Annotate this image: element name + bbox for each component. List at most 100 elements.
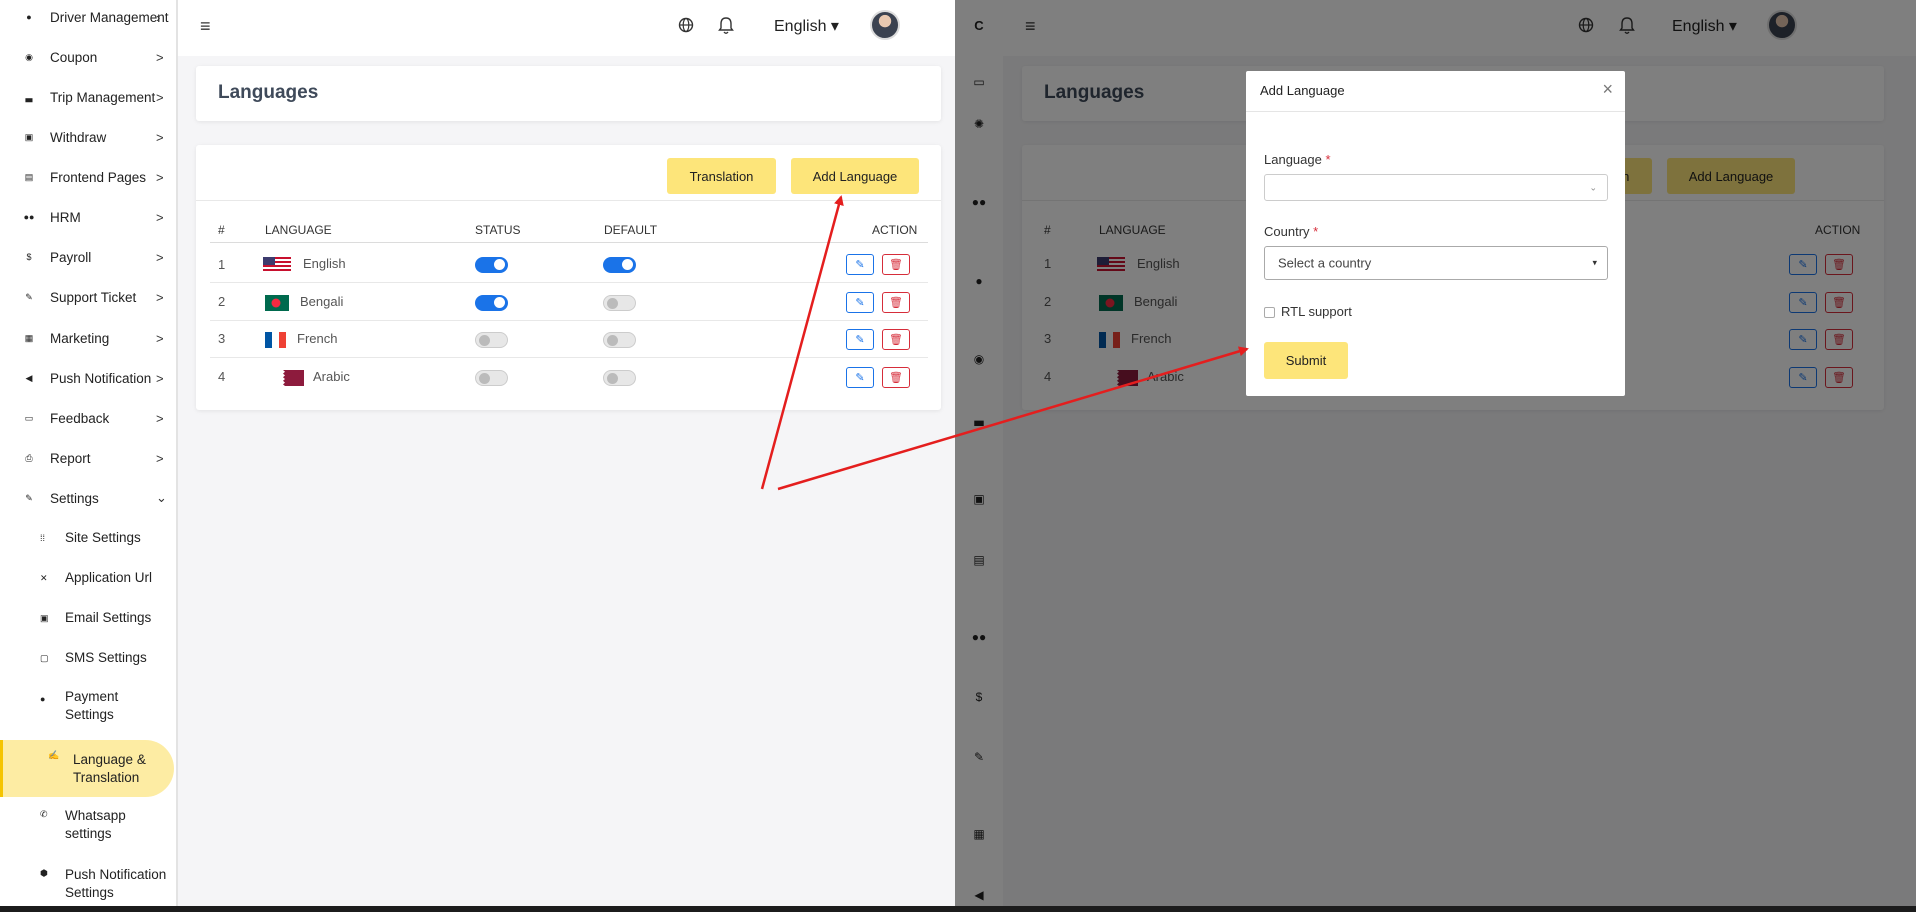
avatar[interactable]	[870, 10, 900, 40]
chevron-right-icon: >	[156, 169, 164, 185]
language-name: Arabic	[313, 369, 350, 384]
translation-button[interactable]: Translation	[667, 158, 776, 194]
trash-icon: 🗑	[889, 372, 903, 384]
rtl-support-label: RTL support	[1281, 304, 1352, 319]
edit-button[interactable]: ✎	[846, 292, 874, 313]
chevron-right-icon: >	[156, 370, 164, 386]
country-select[interactable]: Select a country ▾	[1264, 246, 1608, 280]
withdraw-icon: ▣	[24, 131, 34, 142]
chevron-right-icon: >	[156, 330, 164, 346]
country-field-label: Country *	[1264, 224, 1318, 239]
header-divider	[210, 242, 928, 243]
sidebar-item-marketing[interactable]: ▦ Marketing >	[0, 318, 176, 358]
sidebar-item-trip-management[interactable]: ▃ Trip Management >	[0, 77, 176, 117]
coupon-icon: ◉	[25, 51, 33, 62]
delete-button[interactable]: 🗑	[882, 254, 910, 275]
country-select-placeholder: Select a country	[1278, 255, 1372, 271]
status-toggle[interactable]	[475, 332, 508, 348]
push-settings-line1: Push Notification	[65, 867, 167, 882]
chevron-right-icon: >	[156, 289, 164, 305]
status-toggle[interactable]	[475, 370, 508, 386]
grid-icon: ▦	[24, 332, 34, 343]
flag-bd-icon	[265, 295, 289, 311]
sidebar-item-feedback[interactable]: ▭ Feedback >	[0, 398, 176, 438]
sidebar-item-coupon[interactable]: ◉ Coupon >	[0, 37, 176, 77]
modal-divider	[1246, 111, 1625, 112]
sidebar-item-withdraw[interactable]: ▣ Withdraw >	[0, 117, 176, 157]
chevron-right-icon: >	[156, 410, 164, 426]
trash-icon: 🗑	[889, 297, 903, 309]
flag-fr-icon	[265, 332, 286, 348]
edit-button[interactable]: ✎	[846, 254, 874, 275]
required-marker: *	[1325, 152, 1331, 167]
phone-icon: ✆	[40, 809, 48, 819]
default-toggle[interactable]	[603, 332, 636, 348]
top-navbar: ≡ English ▾	[178, 0, 955, 56]
column-header-language: LANGUAGE	[265, 223, 332, 237]
sidebar-item-hrm[interactable]: ●● HRM >	[0, 197, 176, 237]
add-language-modal: Add Language × Language * ⌄ Country * Se…	[1246, 71, 1625, 396]
default-toggle[interactable]	[603, 257, 636, 273]
language-name: English	[303, 256, 346, 271]
feedback-icon: ▭	[24, 412, 34, 423]
sidebar-item-push-notification[interactable]: ◀ Push Notification >	[0, 358, 176, 398]
row-divider	[210, 282, 928, 283]
sliders-icon: ⁞⁞	[40, 533, 46, 543]
submit-button[interactable]: Submit	[1264, 342, 1348, 379]
delete-button[interactable]: 🗑	[882, 367, 910, 388]
language-translation-line1: Language &	[73, 751, 146, 767]
sidebar-subitem-application-url[interactable]: ✕ Application Url	[0, 558, 176, 598]
modal-title: Add Language	[1260, 83, 1345, 98]
close-icon[interactable]: ×	[1602, 79, 1613, 100]
hamburger-icon[interactable]: ≡	[200, 16, 211, 37]
sidebar-item-settings[interactable]: ✎ Settings ⌄	[0, 478, 176, 518]
add-language-button[interactable]: Add Language	[791, 158, 919, 194]
sidebar-subitem-payment-settings[interactable]: ● Payment Settings	[0, 686, 176, 726]
sidebar-subitem-push-notification-settings[interactable]: ⬢ Push Notification Settings	[0, 864, 176, 904]
os-taskbar	[0, 906, 1916, 912]
chevron-right-icon: >	[156, 450, 164, 466]
sidebar-item-driver-management[interactable]: ● Driver Management ›	[0, 0, 176, 37]
rtl-support-checkbox[interactable]	[1264, 307, 1275, 318]
sidebar-subitem-site-settings[interactable]: ⁞⁞ Site Settings	[0, 518, 176, 558]
status-toggle[interactable]	[475, 257, 508, 273]
payment-settings-line2: Settings	[65, 707, 114, 722]
flag-us-icon	[263, 257, 291, 273]
dollar-icon: $	[26, 252, 32, 262]
status-toggle[interactable]	[475, 295, 508, 311]
row-number: 2	[218, 294, 226, 309]
pencil-icon: ✎	[855, 334, 865, 346]
push-settings-line2: Settings	[65, 885, 114, 900]
user-icon: ●	[26, 12, 32, 22]
delete-button[interactable]: 🗑	[882, 329, 910, 350]
sms-icon: ▢	[40, 652, 49, 663]
payment-icon: ●	[40, 694, 46, 704]
sidebar-subitem-email-settings[interactable]: ▣ Email Settings	[0, 598, 176, 638]
delete-button[interactable]: 🗑	[882, 292, 910, 313]
default-toggle[interactable]	[603, 370, 636, 386]
required-marker: *	[1313, 224, 1319, 239]
bell-icon[interactable]	[718, 16, 734, 40]
sidebar-item-report[interactable]: ⎙ Report >	[0, 438, 176, 478]
row-number: 4	[218, 369, 226, 384]
edit-button[interactable]: ✎	[846, 329, 874, 350]
chevron-right-icon: >	[156, 129, 164, 145]
sidebar-item-frontend-pages[interactable]: ▤ Frontend Pages >	[0, 157, 176, 197]
column-header-num: #	[218, 223, 225, 237]
car-icon: ▃	[25, 91, 33, 102]
sidebar-subitem-language-translation[interactable]: ✍ Language & Translation	[0, 740, 174, 797]
edit-button[interactable]: ✎	[846, 367, 874, 388]
sidebar-subitem-whatsapp-settings[interactable]: ✆ Whatsapp settings	[0, 805, 176, 845]
row-number: 3	[218, 331, 226, 346]
pages-icon: ▤	[24, 171, 34, 182]
language-select[interactable]: ⌄	[1264, 174, 1608, 201]
language-dropdown[interactable]: English ▾	[774, 16, 839, 36]
pencil-icon: ✎	[855, 297, 865, 309]
sidebar-item-support-ticket[interactable]: ✎ Support Ticket >	[0, 277, 176, 317]
default-toggle[interactable]	[603, 295, 636, 311]
sidebar-subitem-sms-settings[interactable]: ▢ SMS Settings	[0, 638, 176, 678]
sidebar-item-payroll[interactable]: $ Payroll >	[0, 237, 176, 277]
chevron-right-icon: >	[156, 249, 164, 265]
globe-icon[interactable]	[678, 17, 694, 38]
right-pane: C ▭ ✺ ●● ● ◉ ▃ ▣ ▤ ●● $ ✎ ▦ ◀ ≡ English …	[955, 0, 1916, 912]
